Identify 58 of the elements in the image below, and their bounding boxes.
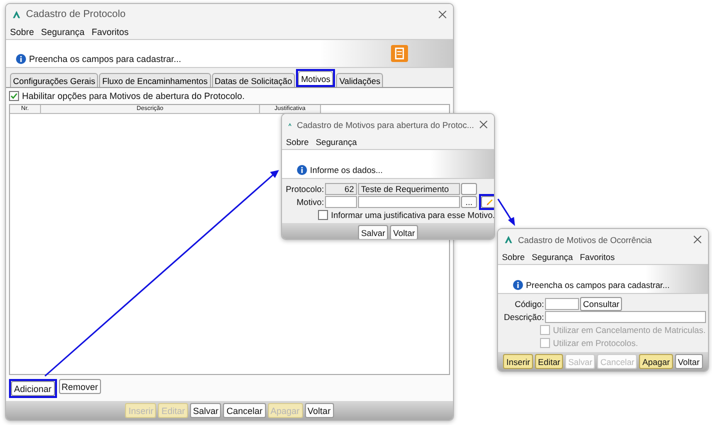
field-label: Protocolo: [284, 184, 324, 194]
code-field[interactable] [545, 298, 579, 310]
info-message: Preencha os campos para cadastrar... [526, 280, 670, 290]
lookup-button[interactable] [461, 183, 477, 195]
info-icon [16, 54, 26, 64]
action-button[interactable]: Inserir [503, 354, 534, 369]
field-label: Descrição: [502, 312, 544, 322]
action-button[interactable]: Cancelar [223, 403, 266, 418]
info-icon [513, 280, 523, 290]
name-field[interactable] [358, 196, 460, 208]
checkbox[interactable] [9, 91, 19, 101]
list-button[interactable]: Remover [58, 379, 102, 394]
close-icon[interactable] [438, 10, 447, 19]
action-button[interactable]: Voltar [304, 403, 334, 418]
arrow [497, 198, 515, 226]
menu-item[interactable]: Sobre [10, 27, 34, 37]
field-label: Motivo: [296, 197, 324, 207]
menu-item[interactable]: Segurança [316, 137, 357, 147]
lookup-button[interactable]: ... [461, 196, 477, 208]
action-button[interactable]: Salvar [190, 403, 222, 418]
menu-item[interactable]: Favoritos [92, 27, 129, 37]
menu-item[interactable]: Sobre [286, 137, 309, 147]
menu-item[interactable]: Favoritos [580, 252, 615, 262]
checkbox-label[interactable]: Habilitar opções para Motivos de abertura do Protocolo. [9, 90, 450, 102]
code-field[interactable]: 62 [325, 183, 357, 195]
menu-item[interactable]: Segurança [532, 252, 573, 262]
window-title: Cadastro de Motivos para abertura do Protoc... [296, 120, 474, 130]
action-button[interactable]: Editar [535, 354, 564, 369]
close-icon[interactable] [479, 120, 488, 129]
checkbox[interactable] [318, 210, 328, 220]
info-message: Informe os dados... [310, 165, 383, 175]
action-button[interactable]: Voltar [674, 354, 703, 369]
close-icon[interactable] [693, 235, 702, 244]
menu-item[interactable]: Segurança [41, 27, 85, 37]
tab[interactable]: Validações [336, 73, 384, 87]
code-field[interactable] [325, 196, 357, 208]
action-button[interactable]: Salvar [358, 225, 388, 239]
description-field[interactable] [545, 311, 706, 323]
checkbox-label[interactable]: Informar uma justificativa para esse Motivo. [284, 209, 492, 221]
action-button[interactable]: Apagar [639, 354, 673, 369]
window-title: Cadastro de Motivos de Ocorrência [518, 234, 653, 244]
menu-item[interactable]: Sobre [502, 252, 525, 262]
tab[interactable]: Datas de Solicitação [212, 73, 296, 87]
consult-button[interactable]: Consultar [580, 297, 622, 311]
app-logo-icon [504, 235, 513, 244]
info-icon [297, 165, 307, 175]
window-title: Cadastro de Protocolo [26, 9, 127, 20]
action-button[interactable]: Voltar [390, 225, 418, 239]
pencil-icon [484, 198, 494, 206]
document-icon[interactable] [391, 45, 408, 62]
field-label: Código: [514, 299, 544, 309]
list-button[interactable]: Adicionar [11, 381, 55, 396]
info-message: Preencha os campos para cadastrar... [29, 54, 182, 64]
app-logo-icon [12, 10, 21, 19]
tab[interactable]: Motivos [298, 71, 334, 85]
tab[interactable]: Configurações Gerais [10, 73, 98, 87]
tab[interactable]: Fluxo de Encaminhamentos [99, 73, 211, 87]
name-field[interactable]: Teste de Requerimento [358, 183, 460, 195]
